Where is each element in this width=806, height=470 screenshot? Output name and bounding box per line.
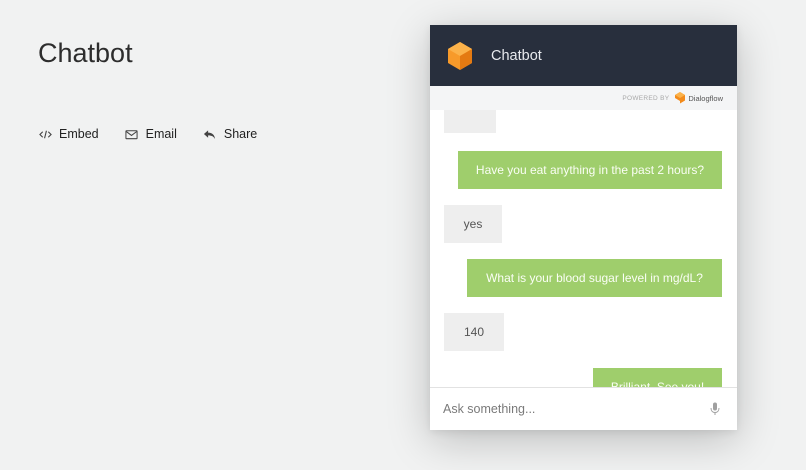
email-button[interactable]: Email <box>125 127 177 141</box>
bot-message: Brilliant. See you! <box>593 368 722 387</box>
bot-message: What is your blood sugar level in mg/dL? <box>467 259 722 297</box>
chat-title: Chatbot <box>491 47 542 64</box>
share-button[interactable]: Share <box>203 127 257 141</box>
chat-header: Chatbot <box>430 25 737 86</box>
email-label: Email <box>145 127 177 141</box>
embed-button[interactable]: Embed <box>38 127 99 141</box>
dialogflow-logo-icon <box>675 92 686 104</box>
code-icon <box>38 127 52 141</box>
chatbot-cube-logo-icon <box>447 41 473 71</box>
chat-input[interactable] <box>443 402 709 416</box>
message-list[interactable]: Have you eat anything in the past 2 hour… <box>430 110 737 387</box>
powered-by-bar: POWERED BY Dialogflow <box>430 86 737 110</box>
user-message: 140 <box>444 313 504 351</box>
dialogflow-link[interactable]: Dialogflow <box>688 94 723 103</box>
envelope-icon <box>125 127 139 141</box>
chat-input-bar <box>430 387 737 430</box>
bot-message: Have you eat anything in the past 2 hour… <box>458 151 722 189</box>
user-message <box>444 110 496 133</box>
powered-by-label: POWERED BY <box>622 94 670 102</box>
page-title: Chatbot <box>38 38 133 68</box>
reply-arrow-icon <box>203 127 217 141</box>
page: Chatbot Embed Email Share Chatbot POWERE… <box>0 0 806 470</box>
microphone-icon[interactable] <box>709 402 721 416</box>
chat-widget: Chatbot POWERED BY Dialogflow Have you e… <box>430 25 737 430</box>
embed-label: Embed <box>59 127 99 141</box>
action-bar: Embed Email Share <box>38 127 283 141</box>
share-label: Share <box>223 127 258 141</box>
user-message: yes <box>444 205 502 243</box>
